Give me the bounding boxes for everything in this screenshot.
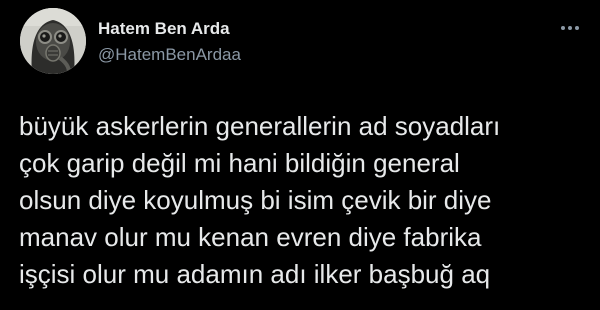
- tweet-text-line: manav olur mu kenan evren diye fabrika: [19, 222, 482, 252]
- author-handle[interactable]: @HatemBenArdaa: [98, 45, 241, 65]
- user-avatar[interactable]: [20, 8, 86, 74]
- tweet-text-line: olsun diye koyulmuş bi isim çevik bir di…: [19, 185, 492, 215]
- author-display-name[interactable]: Hatem Ben Arda: [98, 19, 230, 39]
- tweet-text-line: işçisi olur mu adamın adı ilker başbuğ a…: [19, 259, 491, 289]
- more-options-button[interactable]: [556, 18, 584, 38]
- tweet-text: büyük askerlerin generallerin ad soyadla…: [19, 108, 589, 293]
- tweet-card: Hatem Ben Arda @HatemBenArdaa büyük aske…: [0, 0, 600, 310]
- gas-mask-avatar-icon: [20, 8, 86, 74]
- tweet-text-line: çok garip değil mi hani bildiğin general: [19, 148, 460, 178]
- more-dots-icon: [561, 26, 579, 30]
- tweet-text-line: büyük askerlerin generallerin ad soyadla…: [19, 111, 501, 141]
